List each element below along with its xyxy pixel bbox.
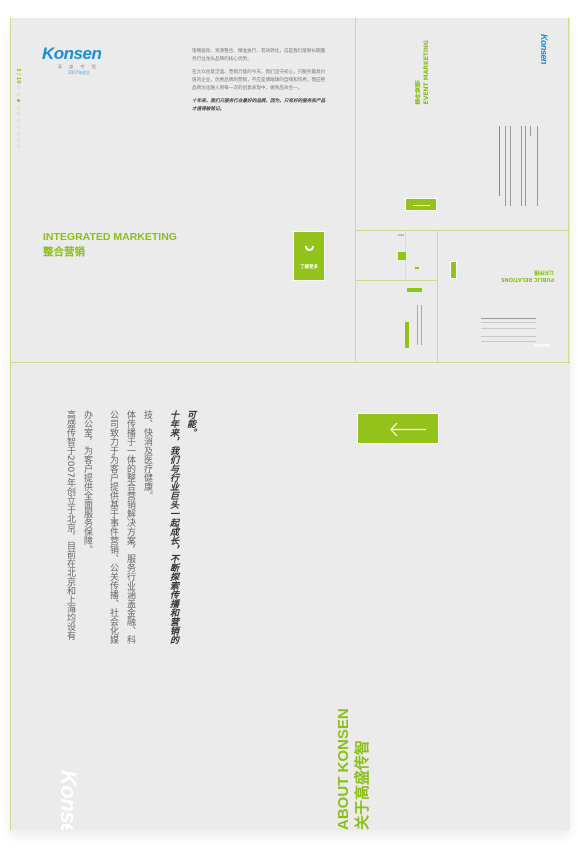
thumbnail-grid[interactable] — [355, 230, 437, 362]
divider — [568, 18, 569, 362]
about-brand-logo: Konsen — [56, 770, 81, 830]
paragraph: 在大众创意泛滥、营销万能的今天，我们坚守初心，只服务最具价值的企业，优秀品牌的营… — [192, 70, 326, 91]
section-title-cn: 整合营销 — [43, 246, 85, 258]
pager-dot[interactable] — [17, 131, 20, 135]
paragraph: 策略驱动、资源整合、精准执行、有效转化，这是我们能够长期服务行业龙头品牌的核心优… — [192, 49, 326, 62]
brand-year: 2007年创立 — [68, 70, 91, 75]
pager-dot[interactable] — [17, 112, 20, 115]
learn-more-button[interactable]: 了解更多 — [293, 231, 325, 281]
pager-dot[interactable] — [17, 125, 20, 128]
pager-dot[interactable] — [17, 118, 20, 122]
pager-dot[interactable] — [17, 92, 20, 96]
brand-logo[interactable]: Konsen 高 盛 传 智 2007年创立 — [42, 44, 102, 76]
integrated-description: 策略驱动、资源整合、精准执行、有效转化，这是我们能够长期服务行业龙头品牌的核心优… — [192, 48, 328, 119]
page: Konsen 高 盛 传 智 2007年创立 3 / 10 策略驱动、资源整合、… — [10, 18, 570, 830]
event-next-button[interactable] — [405, 198, 437, 211]
pr-title: PUBLIC RELATIONS 公关传播 — [501, 269, 555, 282]
about-title: ABOUT KONSEN 关于高盛传智 — [335, 708, 371, 830]
divider — [437, 230, 438, 362]
event-title: EVENT MARKETING 事件营销 — [415, 40, 430, 105]
pager-dot[interactable] — [17, 99, 20, 102]
arrow-left-icon — [390, 422, 426, 437]
event-brand-logo: Konsen — [539, 34, 549, 65]
pager-dot[interactable] — [17, 86, 20, 89]
emphasis-text: 十年来，我们只服务行业最好的品牌，因为，只有好的服务和产品才值得被铭记。 — [192, 99, 326, 112]
arrow-right-icon — [413, 205, 430, 206]
prev-button[interactable] — [357, 413, 439, 444]
pager-dot[interactable] — [17, 105, 20, 109]
divider — [11, 362, 570, 363]
pager-dot[interactable] — [17, 138, 20, 141]
eye-icon — [304, 246, 314, 251]
paragraph: 高盛传智于2007年创立于北京，目前在北京和上海均设有办公室，为客户提供全面服务… — [65, 410, 92, 640]
about-description: 高盛传智于2007年创立于北京，目前在北京和上海均设有办公室，为客户提供全面服务… — [61, 410, 207, 644]
pager-dot[interactable] — [17, 144, 20, 148]
paragraph: 公司致力于为客户提供基于事件营销、公关传播、社会化媒体传播于一体的整合营销解决方… — [108, 410, 152, 644]
emphasis-text: 十年来，我们与行业巨头一起成长，不断探索传播和营销的可能。 — [168, 410, 195, 644]
section-title-en: INTEGRATED MARKETING — [43, 231, 177, 243]
event-description — [499, 126, 539, 212]
learn-more-label: 了解更多 — [300, 265, 318, 270]
page-indicator: 3 / 10 — [15, 68, 21, 84]
pr-brand-logo: Konsen — [534, 343, 550, 349]
pr-button[interactable] — [450, 261, 457, 279]
